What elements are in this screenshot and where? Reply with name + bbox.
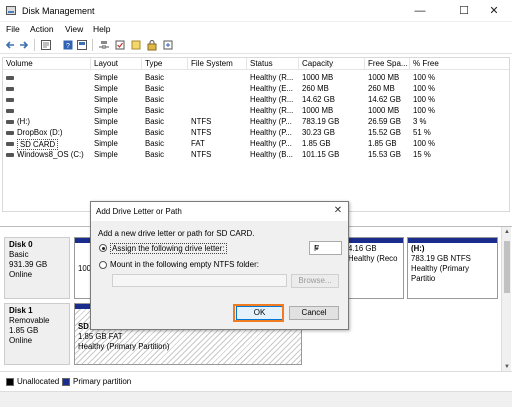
volume-icon [6, 98, 14, 102]
minimize-button[interactable]: — [402, 0, 438, 22]
assign-letter-label[interactable]: Assign the following drive letter: [110, 243, 227, 254]
volume-icon [6, 153, 14, 157]
legend: Unallocated Primary partition [0, 371, 512, 391]
disk-name: Disk 0 [9, 240, 33, 249]
legend-unallocated: Unallocated [17, 377, 60, 386]
disk-state: Online [9, 270, 33, 279]
disk-0-label[interactable]: Disk 0 Basic 931.39 GB Online [4, 237, 70, 299]
mount-folder-label[interactable]: Mount in the following empty NTFS folder… [110, 260, 259, 269]
ok-highlight-annotation [233, 304, 284, 322]
status-bar [0, 391, 512, 407]
volume-icon [6, 120, 14, 124]
folder-path-input[interactable] [112, 274, 287, 287]
disk-size: 931.39 GB [9, 260, 48, 269]
volume-icon [6, 142, 14, 146]
toolbar: ? [0, 36, 512, 54]
volume-icon [6, 87, 14, 91]
header-file-system[interactable]: File System [191, 59, 233, 68]
disk-name: Disk 1 [9, 306, 33, 315]
drive-letter-select[interactable]: F ∨ [309, 241, 342, 255]
dialog-title-bar: Add Drive Letter or Path ✕ [91, 202, 348, 221]
console-icon[interactable] [76, 39, 88, 51]
header-free-space[interactable]: Free Spa... [368, 59, 408, 68]
check-icon[interactable] [114, 39, 126, 51]
menu-file[interactable]: File [6, 24, 20, 34]
scroll-up-icon[interactable]: ▲ [502, 227, 512, 237]
disk-kind: Basic [9, 250, 29, 259]
table-row-selected[interactable]: SD CARD Simple Basic FAT Healthy (P... 1… [3, 138, 509, 150]
refresh-icon[interactable] [162, 39, 174, 51]
chevron-down-icon: ∨ [314, 243, 320, 252]
close-button[interactable]: ✕ [476, 0, 512, 22]
disk-0-partition-h[interactable]: (H:) 783.19 GB NTFS Healthy (Primary Par… [407, 237, 498, 299]
disk-1-label[interactable]: Disk 1 Removable 1.85 GB Online [4, 303, 70, 365]
svg-text:?: ? [66, 43, 70, 50]
title-bar: Disk Management — ☐ ✕ [0, 0, 512, 22]
browse-button[interactable]: Browse... [291, 274, 339, 288]
new-icon[interactable] [130, 39, 142, 51]
assign-letter-radio[interactable] [99, 244, 107, 252]
disk-kind: Removable [9, 316, 50, 325]
cancel-button[interactable]: Cancel [289, 306, 339, 320]
add-drive-letter-dialog: Add Drive Letter or Path ✕ Add a new dri… [90, 201, 349, 330]
header-percent-free[interactable]: % Free [413, 59, 439, 68]
table-row[interactable]: Simple Basic Healthy (R... 1000 MB 1000 … [3, 72, 509, 83]
volume-icon [6, 76, 14, 80]
menu-view[interactable]: View [65, 24, 83, 34]
table-row[interactable]: DropBox (D:) Simple Basic NTFS Healthy (… [3, 127, 509, 138]
disk-area-scrollbar[interactable]: ▲ ▼ [501, 227, 511, 372]
header-status[interactable]: Status [250, 59, 273, 68]
window-title: Disk Management [22, 6, 95, 16]
disk-state: Online [9, 336, 33, 345]
table-row[interactable]: Simple Basic Healthy (E... 260 MB 260 MB… [3, 83, 509, 94]
disk-size: 1.85 GB [9, 326, 39, 335]
menu-bar: File Action View Help [0, 22, 512, 36]
properties-icon[interactable] [40, 39, 52, 51]
menu-help[interactable]: Help [93, 24, 110, 34]
back-icon[interactable] [4, 39, 16, 51]
disk-management-app-icon [6, 6, 16, 15]
lock-icon[interactable] [146, 39, 158, 51]
mount-folder-radio[interactable] [99, 261, 107, 269]
table-row[interactable]: (H:) Simple Basic NTFS Healthy (P... 783… [3, 116, 509, 127]
volume-icon [6, 131, 14, 135]
connect-icon[interactable] [98, 39, 110, 51]
legend-primary: Primary partition [73, 377, 132, 386]
volume-icon [6, 109, 14, 113]
dialog-title: Add Drive Letter or Path [96, 207, 182, 216]
toolbar-separator [34, 39, 35, 51]
table-row[interactable]: Windows8_OS (C:) Simple Basic NTFS Healt… [3, 149, 509, 160]
table-row[interactable]: Simple Basic Healthy (R... 14.62 GB 14.6… [3, 94, 509, 105]
menu-action[interactable]: Action [30, 24, 54, 34]
table-header: Volume Layout Type File System Status Ca… [3, 58, 509, 70]
table-row[interactable]: Simple Basic Healthy (R... 1000 MB 1000 … [3, 105, 509, 116]
primary-swatch [62, 378, 70, 386]
disk-0-partition-recovery[interactable]: 4.16 GB Healthy (Reco [344, 237, 404, 299]
header-volume[interactable]: Volume [6, 59, 33, 68]
help-icon[interactable]: ? [62, 39, 74, 51]
volume-list-table[interactable]: Volume Layout Type File System Status Ca… [2, 57, 510, 212]
dialog-close-icon[interactable]: ✕ [332, 205, 344, 217]
scroll-thumb[interactable] [504, 241, 510, 293]
header-type[interactable]: Type [145, 59, 162, 68]
dialog-description: Add a new drive letter or path for SD CA… [98, 229, 255, 238]
unallocated-swatch [6, 378, 14, 386]
header-capacity[interactable]: Capacity [302, 59, 333, 68]
forward-icon[interactable] [18, 39, 30, 51]
toolbar-separator [92, 39, 93, 51]
header-layout[interactable]: Layout [94, 59, 118, 68]
